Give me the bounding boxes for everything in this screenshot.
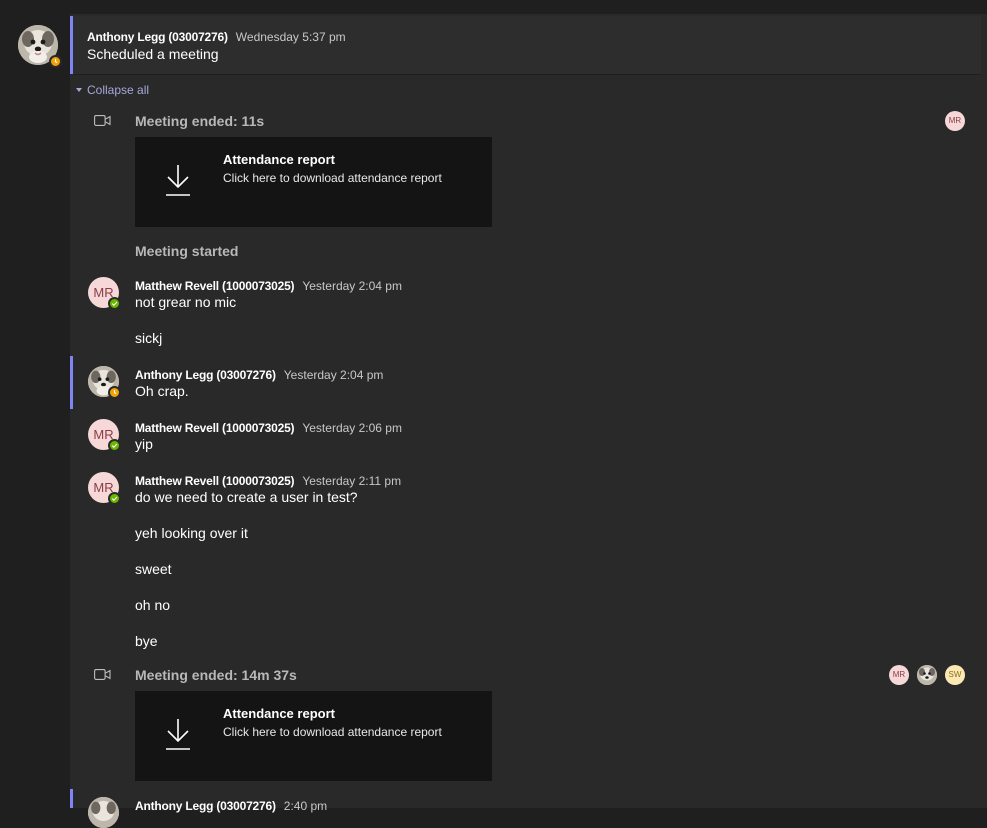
timestamp: Wednesday 5:37 pm xyxy=(235,30,346,44)
root-post-text: Scheduled a meeting xyxy=(87,46,219,62)
meeting-started-label: Meeting started xyxy=(135,243,239,259)
message-header: Anthony Legg (03007276) 2:40 pm xyxy=(135,797,327,815)
timestamp: Yesterday 2:11 pm xyxy=(302,474,402,488)
card-title: Attendance report xyxy=(223,152,335,167)
card-title: Attendance report xyxy=(223,706,335,721)
card-subtitle: Click here to download attendance report xyxy=(223,725,442,739)
attendance-report-card[interactable]: Attendance report Click here to download… xyxy=(135,691,492,781)
avatar-anthony-legg[interactable] xyxy=(88,797,119,828)
own-message-accent-bar xyxy=(70,789,73,808)
meeting-ended-label: Meeting ended: 14m 37s xyxy=(135,667,297,683)
download-icon xyxy=(165,163,191,202)
thread-accent-bar xyxy=(70,16,73,74)
message-text: sickj xyxy=(135,330,163,346)
message-text: bye xyxy=(135,633,158,649)
available-check-icon xyxy=(108,439,121,452)
message-header: Matthew Revell (1000073025) Yesterday 2:1… xyxy=(135,472,401,490)
author-name[interactable]: Matthew Revell (1000073025) xyxy=(135,474,295,488)
dog-photo-icon xyxy=(88,797,119,828)
participant-avatar-anthony[interactable] xyxy=(917,665,937,685)
card-subtitle: Click here to download attendance report xyxy=(223,171,442,185)
author-name[interactable]: Matthew Revell (1000073025) xyxy=(135,421,295,435)
message-text: not grear no mic xyxy=(135,294,237,310)
away-clock-icon xyxy=(108,386,121,399)
message-text: do we need to create a user in test? xyxy=(135,489,358,505)
thread-panel xyxy=(70,14,987,808)
participant-avatar-mr[interactable]: MR xyxy=(945,111,965,131)
available-check-icon xyxy=(108,297,121,310)
author-name[interactable]: Anthony Legg (03007276) xyxy=(87,30,228,44)
message-header: Anthony Legg (03007276) Yesterday 2:04 pm xyxy=(135,366,383,384)
message-header: Matthew Revell (1000073025) Yesterday 2:0… xyxy=(135,419,402,437)
author-name[interactable]: Anthony Legg (03007276) xyxy=(135,368,276,382)
own-message-accent-bar xyxy=(70,356,73,409)
chevron-down-icon xyxy=(76,88,82,92)
top-strip xyxy=(0,0,987,14)
message-text: yeh looking over it xyxy=(135,525,248,541)
message-text: Oh crap. xyxy=(135,383,189,399)
participant-avatar-mr[interactable]: MR xyxy=(889,665,909,685)
message-header: Matthew Revell (1000073025) Yesterday 2:0… xyxy=(135,277,402,295)
author-name[interactable]: Anthony Legg (03007276) xyxy=(135,799,276,813)
timestamp: Yesterday 2:04 pm xyxy=(283,368,384,382)
attendance-report-card[interactable]: Attendance report Click here to download… xyxy=(135,137,492,227)
message-text: oh no xyxy=(135,597,171,613)
download-icon xyxy=(165,717,191,756)
participant-avatar-sw[interactable]: SW xyxy=(945,665,965,685)
collapse-all-button[interactable]: Collapse all xyxy=(76,83,149,97)
message-text: yip xyxy=(135,436,153,452)
collapse-all-label: Collapse all xyxy=(87,83,150,97)
video-camera-icon xyxy=(94,114,111,132)
dog-photo-icon xyxy=(917,665,937,685)
timestamp: 2:40 pm xyxy=(283,799,328,813)
available-check-icon xyxy=(108,492,121,505)
meeting-ended-label: Meeting ended: 11s xyxy=(135,113,265,129)
away-clock-icon xyxy=(49,55,62,68)
video-camera-icon xyxy=(94,668,111,686)
timestamp: Yesterday 2:06 pm xyxy=(302,421,402,435)
timestamp: Yesterday 2:04 pm xyxy=(302,279,402,293)
author-name[interactable]: Matthew Revell (1000073025) xyxy=(135,279,295,293)
message-text: sweet xyxy=(135,561,172,577)
root-post-header: Anthony Legg (03007276) Wednesday 5:37 pm xyxy=(87,28,346,46)
